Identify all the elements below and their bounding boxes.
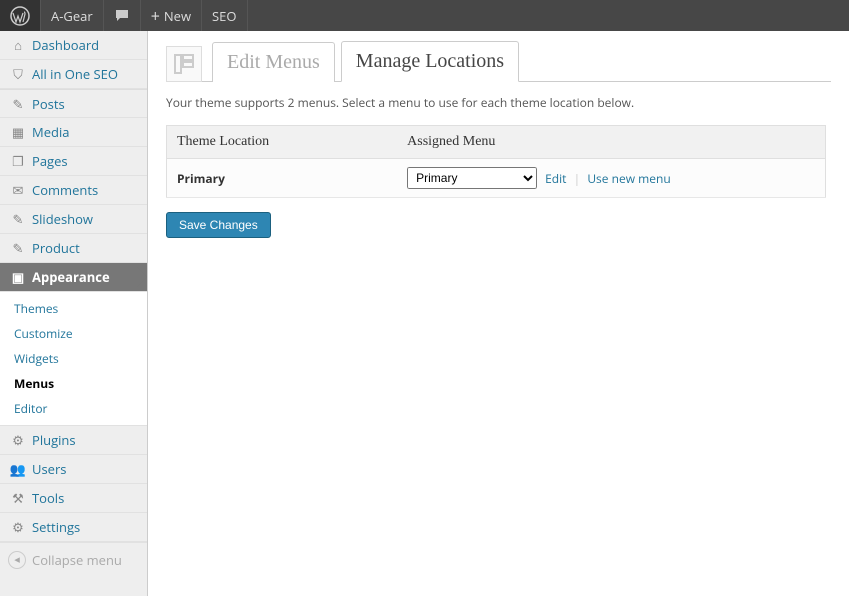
sidebar-item-media[interactable]: ▦ Media (0, 118, 147, 147)
sidebar-item-users[interactable]: 👥 Users (0, 455, 147, 484)
shield-icon: ⛉ (8, 65, 28, 83)
sidebar-item-product[interactable]: ✎ Product (0, 234, 147, 263)
use-new-menu-link[interactable]: Use new menu (587, 170, 670, 187)
site-name: A-Gear (51, 7, 93, 25)
sidebar-item-label: Appearance (32, 268, 110, 286)
sidebar-item-label: Pages (32, 152, 68, 170)
page-icon: ❐ (8, 152, 28, 170)
media-icon: ▦ (8, 123, 28, 141)
tab-manage-locations[interactable]: Manage Locations (341, 41, 519, 82)
admin-toolbar: A-Gear + New SEO (0, 0, 849, 31)
comment-icon: ✉ (8, 181, 28, 199)
new-content-link[interactable]: + New (141, 0, 202, 31)
new-label: New (164, 7, 191, 25)
collapse-menu-button[interactable]: ◂ Collapse menu (0, 542, 147, 576)
sidebar-item-appearance[interactable]: ▣ Appearance (0, 263, 147, 292)
wordpress-logo[interactable] (0, 0, 41, 31)
sidebar-item-dashboard[interactable]: ⌂ Dashboard (0, 31, 147, 60)
tools-icon: ⚒ (8, 489, 28, 507)
tab-label: Manage Locations (356, 50, 504, 72)
sidebar-item-label: Posts (32, 95, 65, 113)
users-icon: 👥 (8, 460, 28, 478)
settings-icon: ⚙ (8, 518, 28, 536)
comments-bubble[interactable] (104, 0, 141, 31)
locations-table: Theme Location Assigned Menu Primary Pri… (166, 125, 826, 198)
sidebar-item-label: Dashboard (32, 36, 99, 54)
dashboard-icon: ⌂ (8, 36, 28, 54)
chevron-left-icon: ◂ (8, 551, 26, 569)
col-theme-location: Theme Location (167, 126, 398, 159)
pin-icon: ✎ (8, 210, 28, 228)
tab-edit-menus[interactable]: Edit Menus (212, 42, 335, 82)
appearance-submenu: Themes Customize Widgets Menus Editor (0, 292, 147, 426)
location-name: Primary (167, 159, 398, 198)
sidebar-item-label: All in One SEO (32, 65, 118, 83)
sidebar-item-label: Plugins (32, 431, 76, 449)
sidebar-item-slideshow[interactable]: ✎ Slideshow (0, 205, 147, 234)
seo-link[interactable]: SEO (202, 0, 247, 31)
site-name-link[interactable]: A-Gear (41, 0, 104, 31)
plus-icon: + (151, 5, 160, 27)
sidebar-item-label: Media (32, 123, 69, 141)
collapse-label: Collapse menu (32, 551, 122, 569)
pin-icon: ✎ (8, 239, 28, 257)
main-content: Edit Menus Manage Locations Your theme s… (148, 31, 849, 596)
sidebar-item-plugins[interactable]: ⚙ Plugins (0, 426, 147, 455)
row-actions: Edit | Use new menu (545, 170, 671, 187)
wordpress-icon (10, 6, 30, 26)
sidebar-item-comments[interactable]: ✉ Comments (0, 176, 147, 205)
submenu-item-customize[interactable]: Customize (0, 321, 147, 346)
plugin-icon: ⚙ (8, 431, 28, 449)
tab-label: Edit Menus (227, 51, 320, 73)
sidebar-item-label: Product (32, 239, 80, 257)
separator: | (574, 170, 581, 187)
sidebar-item-label: Users (32, 460, 66, 478)
sidebar-item-label: Slideshow (32, 210, 93, 228)
submenu-item-editor[interactable]: Editor (0, 396, 147, 421)
tab-bar: Edit Menus Manage Locations (166, 41, 831, 82)
table-row: Primary Primary Edit | Use new menu (167, 159, 826, 198)
page-description: Your theme supports 2 menus. Select a me… (166, 94, 831, 111)
seo-label: SEO (212, 7, 236, 25)
sidebar-item-aioseo[interactable]: ⛉ All in One SEO (0, 60, 147, 89)
assigned-menu-select[interactable]: Primary (407, 167, 537, 189)
appearance-icon: ▣ (8, 268, 28, 286)
admin-sidebar: ⌂ Dashboard ⛉ All in One SEO ✎ Posts ▦ M… (0, 31, 148, 596)
submenu-item-menus[interactable]: Menus (0, 371, 147, 396)
save-changes-button[interactable]: Save Changes (166, 212, 271, 238)
sidebar-item-label: Tools (32, 489, 64, 507)
col-assigned-menu: Assigned Menu (397, 126, 825, 159)
screen-icon (166, 46, 202, 82)
sidebar-item-posts[interactable]: ✎ Posts (0, 89, 147, 118)
sidebar-item-settings[interactable]: ⚙ Settings (0, 513, 147, 542)
menu-screen-icon (172, 52, 196, 76)
sidebar-item-tools[interactable]: ⚒ Tools (0, 484, 147, 513)
edit-link[interactable]: Edit (545, 170, 566, 187)
sidebar-item-pages[interactable]: ❐ Pages (0, 147, 147, 176)
sidebar-item-label: Settings (32, 518, 80, 536)
submenu-item-themes[interactable]: Themes (0, 296, 147, 321)
submenu-item-widgets[interactable]: Widgets (0, 346, 147, 371)
sidebar-item-label: Comments (32, 181, 98, 199)
pin-icon: ✎ (8, 95, 28, 113)
comment-icon (114, 8, 130, 24)
